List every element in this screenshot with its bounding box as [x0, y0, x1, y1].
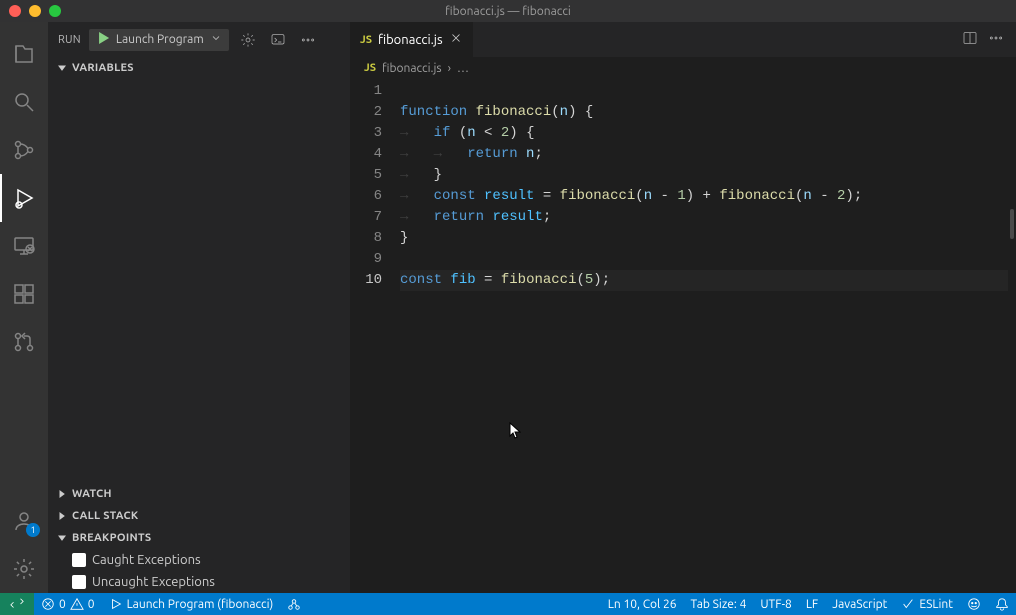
js-file-icon: JS [360, 34, 372, 46]
breakpoint-uncaught-exceptions[interactable]: Uncaught Exceptions [48, 571, 350, 593]
tab-fibonacci-js[interactable]: JS fibonacci.js [350, 22, 474, 57]
minimize-window-button[interactable] [29, 5, 41, 17]
window-title: fibonacci.js — fibonacci [445, 5, 571, 18]
status-bar: 0 0 Launch Program (fibonacci) Ln 10, Co… [0, 593, 1016, 615]
section-callstack-header[interactable]: CALL STACK [48, 505, 350, 527]
breakpoint-label: Caught Exceptions [92, 553, 201, 567]
line-number-gutter[interactable]: 12345678910 [350, 81, 400, 593]
status-feedback-icon[interactable] [960, 593, 988, 615]
launch-config-dropdown[interactable]: Launch Program [89, 29, 229, 51]
more-actions-icon[interactable] [297, 29, 319, 51]
debug-console-icon[interactable] [267, 29, 289, 51]
explorer-icon[interactable] [0, 30, 48, 78]
search-icon[interactable] [0, 78, 48, 126]
run-label: RUN [58, 34, 81, 46]
breakpoint-caught-exceptions[interactable]: Caught Exceptions [48, 549, 350, 571]
settings-gear-icon[interactable] [0, 545, 48, 593]
status-encoding[interactable]: UTF-8 [753, 593, 798, 615]
error-count: 0 [59, 598, 66, 611]
run-debug-icon[interactable] [0, 174, 48, 222]
github-pr-icon[interactable] [0, 318, 48, 366]
editor-group: JS fibonacci.js JS fibonacci.js › … 1234… [350, 22, 1016, 593]
editor-tabs: JS fibonacci.js [350, 22, 1016, 57]
start-debug-icon[interactable] [96, 31, 110, 48]
section-breakpoints-title: BREAKPOINTS [72, 532, 151, 544]
status-eol[interactable]: LF [799, 593, 825, 615]
maximize-window-button[interactable] [49, 5, 61, 17]
title-bar: fibonacci.js — fibonacci [0, 0, 1016, 22]
split-editor-icon[interactable] [962, 30, 978, 49]
close-window-button[interactable] [9, 5, 21, 17]
breadcrumb-separator: › [448, 62, 451, 75]
more-editor-actions-icon[interactable] [988, 30, 1004, 49]
section-variables-header[interactable]: VARIABLES [48, 57, 350, 79]
status-indentation[interactable]: Tab Size: 4 [684, 593, 754, 615]
run-panel-header: RUN Launch Program [48, 22, 350, 57]
status-language-mode[interactable]: JavaScript [825, 593, 894, 615]
accounts-icon[interactable]: 1 [0, 497, 48, 545]
status-cursor-position[interactable]: Ln 10, Col 26 [601, 593, 684, 615]
run-panel: RUN Launch Program VARIABLES WATCH [48, 22, 350, 593]
close-tab-icon[interactable] [449, 31, 463, 48]
remote-explorer-icon[interactable] [0, 222, 48, 270]
section-variables-title: VARIABLES [72, 62, 134, 74]
breakpoint-label: Uncaught Exceptions [92, 575, 215, 589]
status-problems[interactable]: 0 0 [34, 593, 102, 615]
open-launch-json-gear-icon[interactable] [237, 29, 259, 51]
scrollbar[interactable] [1008, 81, 1016, 593]
status-notifications-icon[interactable] [988, 593, 1016, 615]
checkbox[interactable] [72, 553, 86, 567]
activity-bar: 1 [0, 22, 48, 593]
extensions-icon[interactable] [0, 270, 48, 318]
breadcrumb-file: fibonacci.js [382, 62, 442, 75]
section-breakpoints-header[interactable]: BREAKPOINTS [48, 527, 350, 549]
status-live-share[interactable] [280, 593, 308, 615]
status-launch-label: Launch Program (fibonacci) [127, 598, 274, 611]
code-editor[interactable]: 12345678910 function fibonacci(n) {→ if … [350, 79, 1016, 593]
window-controls [9, 5, 61, 17]
tab-filename: fibonacci.js [378, 33, 443, 47]
accounts-badge: 1 [26, 523, 40, 537]
section-variables-body [48, 79, 350, 483]
status-eslint[interactable]: ESLint [894, 593, 960, 615]
editor-actions [962, 22, 1016, 57]
checkbox[interactable] [72, 575, 86, 589]
remote-indicator[interactable] [0, 593, 34, 615]
section-watch-header[interactable]: WATCH [48, 483, 350, 505]
warning-count: 0 [88, 598, 95, 611]
code-content[interactable]: function fibonacci(n) {→ if (n < 2) {→ →… [400, 81, 1008, 593]
launch-config-name: Launch Program [116, 33, 204, 46]
js-file-icon: JS [364, 62, 376, 74]
scrollbar-thumb[interactable] [1010, 209, 1014, 239]
section-callstack-title: CALL STACK [72, 510, 138, 522]
source-control-icon[interactable] [0, 126, 48, 174]
breadcrumbs[interactable]: JS fibonacci.js › … [350, 57, 1016, 79]
chevron-down-icon [210, 32, 222, 47]
status-debug-target[interactable]: Launch Program (fibonacci) [102, 593, 281, 615]
section-watch-title: WATCH [72, 488, 112, 500]
breadcrumb-tail: … [457, 62, 469, 75]
